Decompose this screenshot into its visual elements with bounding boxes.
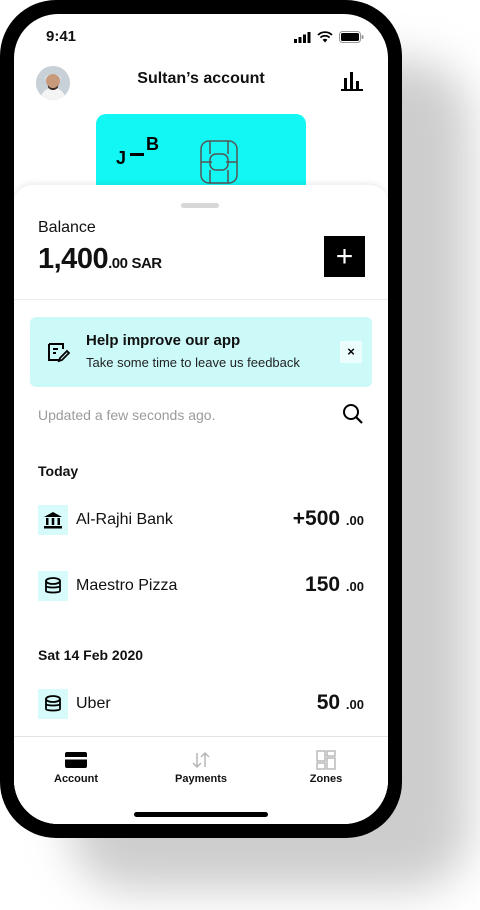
balance-amount: 1,400.00 SAR <box>38 243 162 276</box>
feedback-title: Help improve our app <box>86 332 241 349</box>
tx-amount-decimals: .00 <box>345 697 364 712</box>
tx-amount-value: +500 <box>292 507 341 530</box>
balance-currency: SAR <box>131 255 162 272</box>
plus-icon: + <box>335 239 354 273</box>
status-bar: 9:41 <box>14 14 388 54</box>
tx-amount-decimals: .00 <box>345 513 364 528</box>
transaction-row[interactable]: Al-Rajhi Bank +500 .00 <box>14 499 388 543</box>
tab-zones[interactable]: Zones <box>276 747 376 785</box>
tx-icon-container <box>38 571 68 601</box>
section-header: Today <box>38 463 79 479</box>
signal-icon <box>294 31 311 43</box>
tab-label: Zones <box>309 773 343 785</box>
feedback-banner[interactable]: Help improve our app Take some time to l… <box>30 317 372 387</box>
account-card-icon <box>65 752 87 768</box>
tx-amount-value: 50 <box>316 691 341 714</box>
bank-icon <box>44 512 62 529</box>
add-money-button[interactable]: + <box>324 236 365 277</box>
screen: 9:41 Sultan’s account J B Balance 1,400.… <box>14 14 388 824</box>
tx-amount-value: 150 <box>305 573 341 596</box>
section-header: Sat 14 Feb 2020 <box>38 647 144 663</box>
search-icon[interactable] <box>342 403 364 425</box>
updated-status: Updated a few seconds ago. <box>38 407 216 423</box>
wifi-icon <box>317 31 333 43</box>
tab-label: Account <box>54 773 98 785</box>
card-brand-logo-icon: J B <box>116 134 160 168</box>
card-chip-icon <box>200 140 238 184</box>
tab-account[interactable]: Account <box>26 747 126 785</box>
tx-amount-decimals: .00 <box>345 579 364 594</box>
status-icons <box>294 31 364 43</box>
tab-bar: Account Payments Zones <box>14 736 388 824</box>
phone-frame: 9:41 Sultan’s account J B Balance 1,400.… <box>0 0 402 838</box>
tx-amount: +500 .00 <box>293 507 364 531</box>
transaction-row[interactable]: Maestro Pizza 150 .00 <box>14 565 388 609</box>
tab-payments[interactable]: Payments <box>151 747 251 785</box>
home-indicator[interactable] <box>134 812 268 817</box>
tx-name: Maestro Pizza <box>76 577 178 594</box>
page-title: Sultan’s account <box>137 70 265 87</box>
bar-chart-icon <box>341 72 363 91</box>
close-feedback-button[interactable]: × <box>340 341 362 363</box>
app-header: Sultan’s account <box>14 62 388 102</box>
grid-icon <box>316 750 336 770</box>
edit-note-icon <box>48 343 70 363</box>
tx-icon-container <box>38 689 68 719</box>
coins-icon <box>45 695 61 712</box>
feedback-text: Take some time to leave us feedback <box>86 355 300 370</box>
svg-text:B: B <box>146 136 160 154</box>
transfer-arrows-icon <box>192 751 210 769</box>
balance-decimals: .00 <box>108 255 128 272</box>
card-logo: J B <box>116 134 176 174</box>
analytics-button[interactable] <box>340 70 364 92</box>
sheet-handle[interactable] <box>181 203 219 208</box>
tx-name: Al-Rajhi Bank <box>76 511 173 528</box>
tx-amount: 50 .00 <box>317 691 364 715</box>
svg-text:J: J <box>116 148 127 168</box>
tab-label: Payments <box>175 773 227 785</box>
divider <box>14 299 388 300</box>
status-time: 9:41 <box>46 28 77 45</box>
tx-amount: 150 .00 <box>305 573 364 597</box>
balance-label: Balance <box>38 219 96 236</box>
balance-value: 1,400 <box>38 243 109 275</box>
transaction-row[interactable]: Uber 50 .00 <box>14 683 388 727</box>
tx-name: Uber <box>76 695 111 712</box>
tx-icon-container <box>38 505 68 535</box>
battery-icon <box>339 31 364 43</box>
account-sheet: Balance 1,400.00 SAR + Help improve our a… <box>14 185 388 824</box>
coins-icon <box>45 577 61 594</box>
